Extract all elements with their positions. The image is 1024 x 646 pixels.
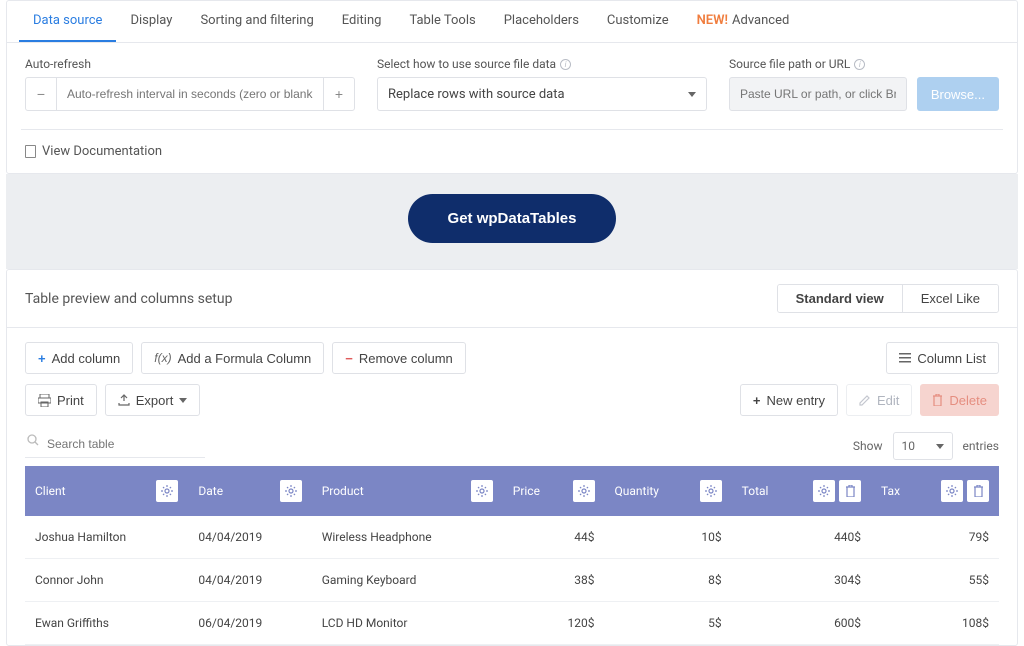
settings-panel: Data source Display Sorting and filterin… bbox=[6, 0, 1018, 174]
table-row[interactable]: Ewan Griffiths 06/04/2019 LCD HD Monitor… bbox=[25, 602, 999, 645]
entries-control: Show 10 entries bbox=[853, 432, 999, 460]
file-icon bbox=[25, 145, 36, 158]
list-icon bbox=[899, 352, 911, 364]
print-icon bbox=[38, 394, 51, 407]
delete-button[interactable]: Delete bbox=[920, 384, 999, 416]
pencil-icon bbox=[859, 394, 871, 406]
gear-icon[interactable] bbox=[813, 480, 835, 502]
info-icon: i bbox=[560, 59, 571, 70]
get-wpdatatables-button[interactable]: Get wpDataTables bbox=[408, 194, 617, 243]
preview-panel: Table preview and columns setup Standard… bbox=[6, 269, 1018, 646]
browse-button[interactable]: Browse... bbox=[917, 77, 999, 111]
search-icon bbox=[27, 434, 39, 446]
col-total[interactable]: Total bbox=[732, 466, 871, 516]
tab-data-source[interactable]: Data source bbox=[19, 1, 116, 42]
tab-advanced[interactable]: NEW!Advanced bbox=[683, 1, 804, 42]
source-path-input[interactable] bbox=[729, 77, 907, 111]
col-price[interactable]: Price bbox=[503, 466, 605, 516]
search-input[interactable] bbox=[25, 430, 205, 458]
col-date[interactable]: Date bbox=[188, 466, 311, 516]
gear-icon[interactable] bbox=[941, 480, 963, 502]
col-client[interactable]: Client bbox=[25, 466, 188, 516]
chevron-down-icon bbox=[179, 398, 187, 403]
cta-section: Get wpDataTables bbox=[6, 174, 1018, 269]
source-mode-select[interactable]: Replace rows with source data bbox=[377, 77, 707, 111]
chevron-down-icon bbox=[688, 92, 696, 97]
gear-icon[interactable] bbox=[700, 480, 722, 502]
tabs-bar: Data source Display Sorting and filterin… bbox=[7, 1, 1017, 43]
tab-display[interactable]: Display bbox=[116, 1, 186, 42]
tab-customize[interactable]: Customize bbox=[593, 1, 683, 42]
new-entry-button[interactable]: +New entry bbox=[740, 384, 838, 416]
trash-icon[interactable] bbox=[839, 480, 861, 502]
preview-title: Table preview and columns setup bbox=[25, 291, 232, 307]
table-row[interactable]: Connor John 04/04/2019 Gaming Keyboard 3… bbox=[25, 559, 999, 602]
decrement-button[interactable]: − bbox=[25, 77, 57, 111]
data-table: Client Date Product Price Quantity Total… bbox=[25, 466, 999, 645]
trash-icon[interactable] bbox=[967, 480, 989, 502]
col-quantity[interactable]: Quantity bbox=[605, 466, 732, 516]
view-toggle: Standard view Excel Like bbox=[777, 284, 999, 313]
info-icon: i bbox=[854, 59, 865, 70]
tab-sorting[interactable]: Sorting and filtering bbox=[186, 1, 327, 42]
auto-refresh-input[interactable] bbox=[57, 77, 323, 111]
add-column-button[interactable]: +Add column bbox=[25, 342, 133, 374]
tab-placeholders[interactable]: Placeholders bbox=[490, 1, 593, 42]
entries-select[interactable]: 10 bbox=[893, 432, 953, 460]
auto-refresh-label: Auto-refresh bbox=[25, 57, 355, 71]
chevron-down-icon bbox=[936, 444, 944, 449]
form-row: Auto-refresh − + Select how to use sourc… bbox=[7, 43, 1017, 129]
gear-icon[interactable] bbox=[280, 480, 302, 502]
tab-table-tools[interactable]: Table Tools bbox=[395, 1, 489, 42]
add-formula-button[interactable]: f(x)Add a Formula Column bbox=[141, 342, 324, 374]
trash-icon bbox=[932, 394, 943, 406]
excel-view-button[interactable]: Excel Like bbox=[902, 285, 998, 312]
export-button[interactable]: Export bbox=[105, 384, 201, 416]
source-path-label: Source file path or URL i bbox=[729, 57, 999, 71]
export-icon bbox=[118, 394, 130, 406]
col-product[interactable]: Product bbox=[312, 466, 503, 516]
edit-button[interactable]: Edit bbox=[846, 384, 912, 416]
standard-view-button[interactable]: Standard view bbox=[778, 285, 902, 312]
gear-icon[interactable] bbox=[471, 480, 493, 502]
increment-button[interactable]: + bbox=[323, 77, 355, 111]
remove-column-button[interactable]: −Remove column bbox=[332, 342, 466, 374]
source-mode-label: Select how to use source file data i bbox=[377, 57, 707, 71]
table-row[interactable]: Joshua Hamilton 04/04/2019 Wireless Head… bbox=[25, 516, 999, 559]
tab-editing[interactable]: Editing bbox=[328, 1, 396, 42]
view-documentation-link[interactable]: View Documentation bbox=[25, 144, 999, 159]
gear-icon[interactable] bbox=[573, 480, 595, 502]
print-button[interactable]: Print bbox=[25, 384, 97, 416]
column-list-button[interactable]: Column List bbox=[886, 342, 999, 374]
col-tax[interactable]: Tax bbox=[871, 466, 999, 516]
gear-icon[interactable] bbox=[156, 480, 178, 502]
